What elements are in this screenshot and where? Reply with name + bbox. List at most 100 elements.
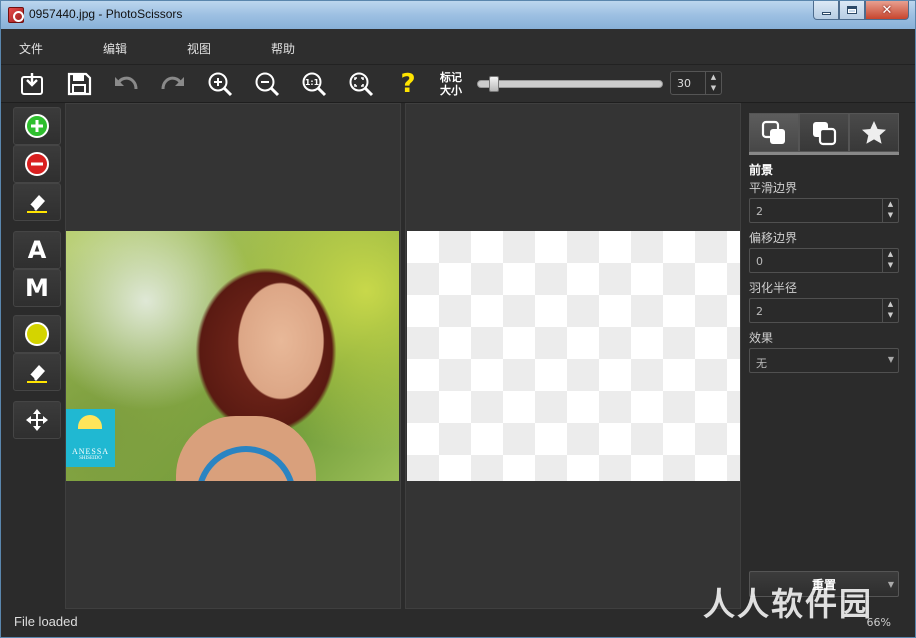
maximize-icon <box>847 6 857 14</box>
feather-radius-value: 2 <box>756 305 763 318</box>
feather-radius-label: 羽化半径 <box>749 281 798 295</box>
chevron-down-icon: ▼ <box>887 355 894 364</box>
zoom-in-button[interactable] <box>205 69 235 99</box>
brush-size-slider[interactable] <box>477 80 663 88</box>
auto-mode-button[interactable]: A <box>13 231 61 269</box>
spin-down-icon[interactable]: ▼ <box>883 260 898 271</box>
minimize-button[interactable] <box>813 1 839 20</box>
eraser-icon <box>27 195 47 213</box>
app-window: 0957440.jpg - PhotoScissors ✕ 文件 编辑 视图 帮… <box>0 0 916 638</box>
mark-foreground-button[interactable] <box>13 107 61 145</box>
brush-size-slider-thumb[interactable] <box>489 76 500 92</box>
menu-view[interactable]: 视图 <box>187 40 211 57</box>
smooth-edge-spinbox[interactable]: 2 ▲ ▼ <box>749 198 899 223</box>
source-photo[interactable]: ANESSA SHISEIDO <box>66 231 399 481</box>
help-icon: ? <box>400 69 416 99</box>
effect-select[interactable]: 无 ▼ <box>749 348 899 373</box>
save-button[interactable] <box>64 69 94 99</box>
open-button[interactable] <box>17 69 47 99</box>
spin-down-icon[interactable]: ▼ <box>883 210 898 221</box>
brush-size-spinbox[interactable]: 30 ▲ ▼ <box>670 71 722 95</box>
menu-help[interactable]: 帮助 <box>271 40 295 57</box>
star-icon <box>862 120 886 144</box>
logo-text: ANESSA <box>71 447 110 456</box>
brush-size-spin-arrows[interactable]: ▲ ▼ <box>705 72 721 94</box>
smooth-edge-value: 2 <box>756 205 763 218</box>
tab-effects[interactable] <box>849 113 899 152</box>
save-icon <box>67 72 92 96</box>
brush-size-label-line1: 标记 <box>440 71 462 84</box>
right-settings-panel: 前景 平滑边界 2 ▲ ▼ 偏移边界 0 ▲ ▼ 羽化半径 2 ▲ ▼ 效果 无 ▼ … <box>741 103 915 609</box>
help-button[interactable]: ? <box>393 69 423 99</box>
offset-edge-spin-arrows[interactable]: ▲ ▼ <box>882 249 898 272</box>
offset-edge-label: 偏移边界 <box>749 231 798 245</box>
spin-down-icon[interactable]: ▼ <box>706 83 721 94</box>
open-icon <box>21 73 43 95</box>
photoscissors-icon <box>8 7 24 23</box>
spin-up-icon[interactable]: ▲ <box>883 249 898 260</box>
chevron-down-icon: ▼ <box>887 580 894 589</box>
brush-size-label: 标记 大小 <box>440 71 470 97</box>
actual-size-button[interactable]: 1:1 <box>299 69 329 99</box>
spin-up-icon[interactable]: ▲ <box>706 72 721 83</box>
close-icon: ✕ <box>881 2 893 18</box>
brush-size-value: 30 <box>677 77 691 90</box>
undo-icon <box>115 76 138 90</box>
offset-edge-value: 0 <box>756 255 763 268</box>
fit-to-window-button[interactable] <box>346 69 376 99</box>
zoom-out-button[interactable] <box>252 69 282 99</box>
close-button[interactable]: ✕ <box>865 1 909 20</box>
menu-bar: 文件 编辑 视图 帮助 <box>1 29 915 65</box>
offset-edge-spinbox[interactable]: 0 ▲ ▼ <box>749 248 899 273</box>
tab-background[interactable] <box>799 113 849 152</box>
spin-up-icon[interactable]: ▲ <box>883 299 898 310</box>
spin-up-icon[interactable]: ▲ <box>883 199 898 210</box>
logo-subtext: SHISEIDO <box>79 456 102 461</box>
zoom-fit-icon <box>349 72 374 97</box>
layers-back-icon <box>813 121 837 145</box>
tab-foreground[interactable] <box>749 113 799 152</box>
window-controls: ✕ <box>813 1 909 21</box>
sun-logo-icon <box>78 415 102 429</box>
yellow-circle-icon <box>25 322 49 346</box>
left-tool-panel: A M <box>1 103 65 609</box>
status-text: File loaded <box>14 614 78 629</box>
transparent-result-preview[interactable] <box>407 231 740 481</box>
mark-background-button[interactable] <box>13 145 61 183</box>
redo-icon <box>161 76 184 90</box>
auto-mode-label: A <box>27 236 47 264</box>
title-bar[interactable]: 0957440.jpg - PhotoScissors ✕ <box>1 1 915 29</box>
minimize-icon <box>821 11 831 15</box>
redo-button[interactable] <box>158 69 188 99</box>
toolbar: 1:1 ? 标记 大小 <box>1 65 915 103</box>
svg-text:1:1: 1:1 <box>305 78 320 87</box>
menu-file[interactable]: 文件 <box>19 40 43 57</box>
effect-label: 效果 <box>749 331 774 345</box>
eraser-icon <box>27 365 47 383</box>
panel-tabs <box>749 113 899 155</box>
mark-hair-button[interactable] <box>13 315 61 353</box>
zoom-actual-size-icon: 1:1 <box>302 72 327 97</box>
undo-button[interactable] <box>111 69 141 99</box>
smooth-edge-spin-arrows[interactable]: ▲ ▼ <box>882 199 898 222</box>
zoom-in-icon <box>208 72 233 97</box>
feather-radius-spin-arrows[interactable]: ▲ ▼ <box>882 299 898 322</box>
effect-value: 无 <box>756 357 767 370</box>
smooth-edge-label: 平滑边界 <box>749 181 798 195</box>
feather-radius-spinbox[interactable]: 2 ▲ ▼ <box>749 298 899 323</box>
anessa-logo: ANESSA SHISEIDO <box>66 409 115 467</box>
move-button[interactable] <box>13 401 61 439</box>
spin-down-icon[interactable]: ▼ <box>883 310 898 321</box>
menu-edit[interactable]: 编辑 <box>103 40 127 57</box>
minus-circle-icon <box>25 152 49 176</box>
zoom-out-icon <box>255 72 280 97</box>
manual-mode-button[interactable]: M <box>13 269 61 307</box>
hair-eraser-button[interactable] <box>13 353 61 391</box>
foreground-section-title: 前景 <box>749 163 774 177</box>
brush-size-label-line2: 大小 <box>440 84 462 97</box>
window-title: 0957440.jpg - PhotoScissors <box>29 7 183 21</box>
move-arrows-icon <box>26 409 48 431</box>
maximize-button[interactable] <box>839 1 865 20</box>
layers-front-icon <box>761 120 785 144</box>
eraser-button[interactable] <box>13 183 61 221</box>
